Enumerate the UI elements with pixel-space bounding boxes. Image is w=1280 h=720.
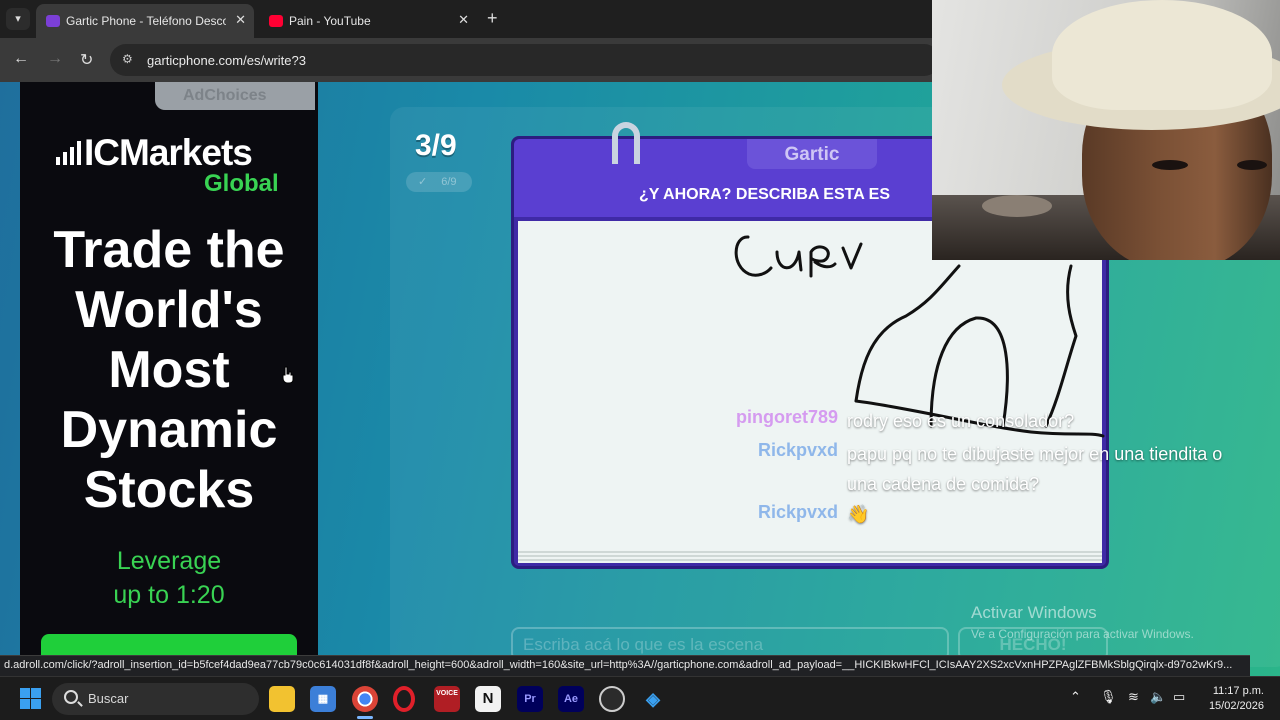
after-effects-icon[interactable]: Ae [558, 686, 584, 712]
clock-date: 15/02/2026 [1208, 700, 1264, 712]
search-label: Buscar [88, 691, 129, 706]
sourcetree-icon[interactable]: ◈ [640, 686, 666, 712]
webcam-shelf-hat [982, 195, 1052, 217]
address-bar[interactable]: ⚙ garticphone.com/es/write?3 [110, 44, 940, 76]
voicemeeter-icon[interactable]: VOICE [434, 686, 460, 712]
speaker-icon[interactable]: 🔈 [1150, 689, 1166, 705]
chat-text: papu pq no te dibujaste mejor en una tie… [847, 444, 1223, 464]
webcam-hat-crown [1052, 0, 1272, 110]
taskbar-clock[interactable]: 11:17 p.m. 15/02/2026 [1209, 684, 1264, 714]
tab-label: Gartic Phone - Teléfono Descon [66, 14, 226, 28]
activate-windows-title: Activar Windows [971, 603, 1097, 622]
chevron-up-icon[interactable]: ⌃ [1070, 689, 1081, 705]
webcam-eye [1152, 160, 1188, 170]
wifi-icon[interactable]: ≋ [1128, 689, 1139, 705]
tab-label: Pain - YouTube [289, 14, 371, 28]
windows-taskbar: Buscar ▦ VOICE N Pr Ae ◈ ⌃ 🎙 ≋ 🔈 ▭ 11:17… [0, 676, 1280, 720]
webcam-eye [1237, 160, 1267, 170]
screen: ▾ Gartic Phone - Teléfono Descon ✕ Pain … [0, 0, 1280, 720]
close-icon[interactable]: ✕ [235, 12, 246, 28]
taskbar-search[interactable]: Buscar [52, 683, 259, 715]
hand-cursor-icon [282, 366, 294, 384]
tab-search-button[interactable]: ▾ [6, 8, 30, 30]
site-info-icon[interactable]: ⚙ [122, 52, 136, 66]
windows-start-icon[interactable] [20, 688, 41, 709]
microsoft-store-icon[interactable]: ▦ [310, 686, 336, 712]
clock-time: 11:17 p.m. [1212, 685, 1264, 697]
webcam-overlay [932, 0, 1280, 260]
tab-gartic-phone[interactable]: Gartic Phone - Teléfono Descon ✕ [36, 4, 254, 38]
opera-icon[interactable] [393, 686, 415, 712]
url-text: garticphone.com/es/write?3 [147, 53, 306, 68]
chat-username: pingoret789 [735, 407, 838, 427]
chat-emoji: 👋 [847, 504, 870, 524]
chat-username: Rickpvxd [757, 502, 838, 522]
active-app-indicator [357, 716, 373, 719]
back-arrow-icon[interactable]: ← [13, 50, 29, 68]
chrome-icon[interactable] [352, 686, 378, 712]
tab-youtube[interactable]: Pain - YouTube ✕ [259, 4, 477, 38]
forward-arrow-icon[interactable]: → [47, 50, 63, 68]
battery-icon[interactable]: ▭ [1173, 689, 1185, 705]
activate-windows-subtitle: Ve a Configuración para activar Windows. [971, 627, 1194, 641]
obs-icon[interactable] [599, 686, 625, 712]
microphone-icon[interactable]: 🎙 [1100, 689, 1117, 705]
notion-icon[interactable]: N [475, 686, 501, 712]
search-icon [64, 690, 78, 704]
gartic-favicon-icon [46, 15, 60, 27]
reload-icon[interactable]: ↻ [80, 50, 93, 70]
youtube-favicon-icon [269, 15, 283, 27]
chat-username: Rickpvxd [757, 440, 838, 460]
premiere-pro-icon[interactable]: Pr [517, 686, 543, 712]
status-bar-url: d.adroll.com/click/?adroll_insertion_id=… [0, 655, 1250, 676]
chat-text-continued: una cadena de comida? [847, 474, 1040, 494]
new-tab-button[interactable]: + [487, 8, 498, 29]
close-icon[interactable]: ✕ [458, 12, 469, 28]
file-explorer-icon[interactable] [269, 686, 295, 712]
chat-text: rodry eso es un consolador? [847, 411, 1075, 431]
